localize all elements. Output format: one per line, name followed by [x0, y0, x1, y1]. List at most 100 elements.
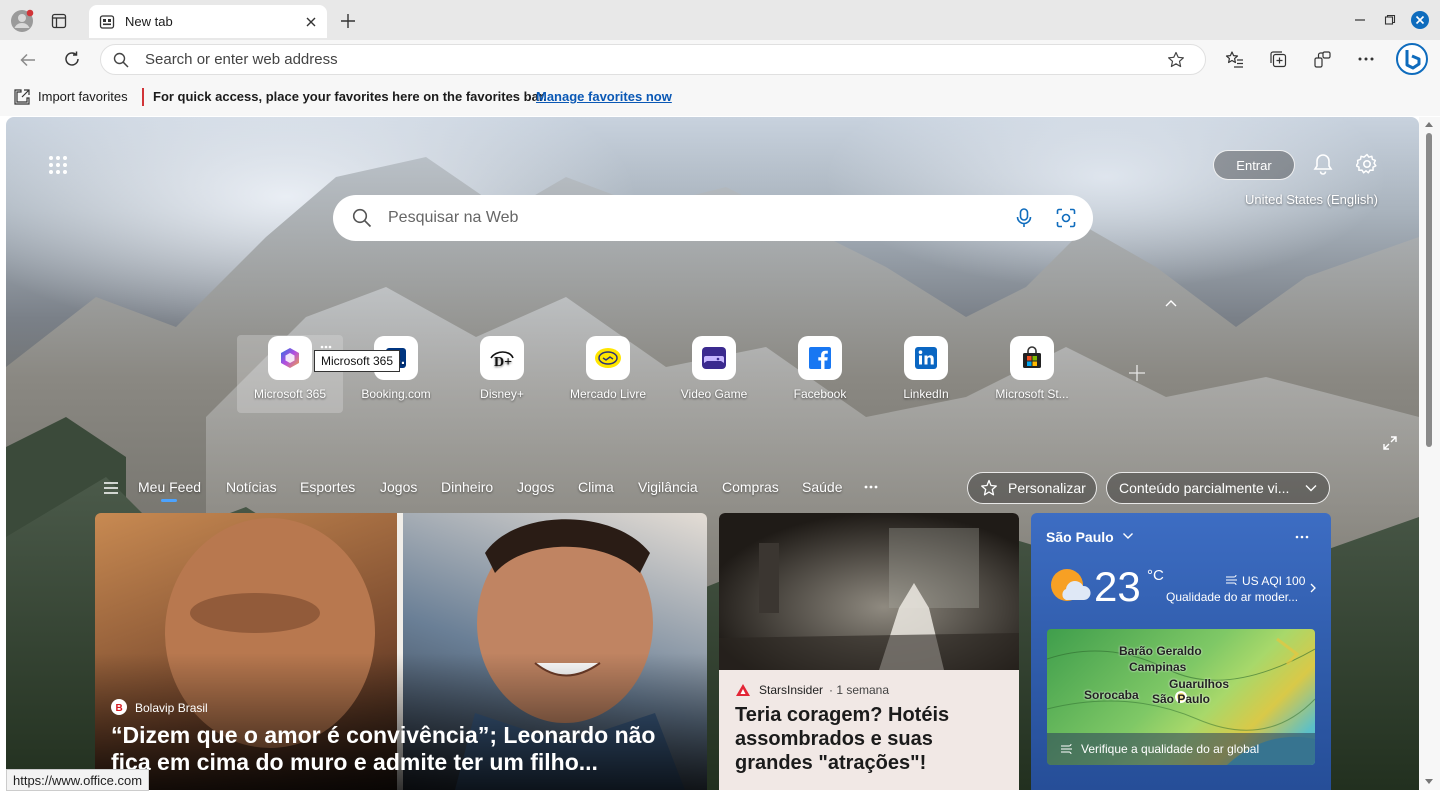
quick-link-microsoft-365[interactable]: Microsoft 365: [237, 335, 343, 413]
feed-tab-clima[interactable]: Clima: [578, 479, 614, 495]
hamburger-menu-icon[interactable]: [104, 482, 118, 494]
feed-tab-dinheiro[interactable]: Dinheiro: [441, 479, 493, 495]
tab-actions-icon[interactable]: [51, 13, 67, 29]
content-visibility-select[interactable]: Conteúdo parcialmente vi...: [1106, 472, 1330, 504]
quick-link-mercado-livre[interactable]: Mercado Livre: [555, 335, 661, 413]
feed-tab-vigilancia[interactable]: Vigilância: [638, 479, 698, 495]
more-options-icon[interactable]: [320, 345, 332, 349]
quick-link-label: Mercado Livre: [569, 387, 647, 401]
scroll-down-icon[interactable]: [1425, 779, 1433, 785]
gamepad-icon: [692, 336, 736, 380]
close-window-icon[interactable]: [1411, 11, 1429, 29]
web-search-box[interactable]: Pesquisar na Web: [333, 195, 1093, 241]
scroll-up-icon[interactable]: [1425, 121, 1433, 127]
bing-copilot-icon[interactable]: [1396, 43, 1428, 75]
add-quick-link-icon[interactable]: [1128, 364, 1146, 382]
address-bar[interactable]: Search or enter web address: [100, 44, 1206, 75]
feed-tab-meu-feed[interactable]: Meu Feed: [138, 479, 201, 495]
facebook-icon: [798, 336, 842, 380]
weather-city[interactable]: São Paulo: [1046, 529, 1114, 545]
weather-card[interactable]: São Paulo 23 °C US AQI 100 Qualidade do …: [1031, 513, 1331, 790]
quick-link-label: LinkedIn: [903, 387, 949, 401]
import-favorites-icon: [13, 88, 31, 105]
svg-text:D+: D+: [494, 355, 512, 370]
apps-launcher-icon[interactable]: [48, 155, 68, 175]
expand-icon[interactable]: [1383, 436, 1397, 450]
tab-new-tab[interactable]: New tab: [89, 5, 327, 38]
chevron-right-icon[interactable]: [1310, 583, 1316, 593]
close-tab-icon[interactable]: [305, 16, 317, 28]
microphone-icon[interactable]: [1016, 208, 1032, 228]
profile-avatar-icon[interactable]: [10, 9, 34, 33]
map-label: Barão Geraldo: [1119, 644, 1202, 658]
news-headline[interactable]: “Dizem que o amor é convivência”; Leonar…: [111, 722, 701, 776]
collapse-chevron-up-icon[interactable]: [1164, 298, 1178, 308]
quick-link-label: Facebook: [793, 387, 847, 401]
more-tabs-icon[interactable]: [864, 485, 878, 489]
map-label: São Paulo: [1152, 692, 1211, 706]
feed-tab-jogos[interactable]: Jogos: [380, 479, 417, 495]
quick-link-label: Microsoft 365: [253, 387, 327, 401]
tab-strip: New tab: [0, 0, 1440, 40]
visual-search-icon[interactable]: [1056, 208, 1076, 228]
favorites-bar: Import favorites For quick access, place…: [0, 80, 1440, 116]
personalize-star-icon: [980, 479, 998, 497]
favorite-star-icon[interactable]: [1167, 51, 1185, 69]
air-quality-map[interactable]: Barão Geraldo Campinas Sorocaba Guarulho…: [1047, 629, 1315, 765]
refresh-icon[interactable]: [63, 50, 81, 68]
map-label: Campinas: [1129, 660, 1187, 674]
haunted-hotel-photo: [719, 513, 1019, 670]
manage-favorites-link[interactable]: Manage favorites now: [536, 89, 672, 104]
feed-tab-saude[interactable]: Saúde: [802, 479, 842, 495]
starsinsider-logo-icon: [735, 683, 751, 697]
main-news-card[interactable]: B Bolavip Brasil “Dizem que o amor é con…: [95, 513, 707, 790]
content-visibility-label: Conteúdo parcialmente vi...: [1119, 480, 1290, 496]
feed-tab-compras[interactable]: Compras: [722, 479, 779, 495]
chevron-down-icon[interactable]: [1122, 532, 1134, 540]
side-news-card[interactable]: StarsInsider · 1 semana Teria coragem? H…: [719, 513, 1019, 790]
new-tab-icon: [99, 14, 115, 30]
news-source: StarsInsider: [759, 683, 824, 697]
search-icon: [113, 52, 129, 68]
map-footer[interactable]: Verifique a qualidade do ar global: [1047, 733, 1315, 765]
quick-link-video-game[interactable]: Video Game: [661, 335, 767, 413]
quick-link-facebook[interactable]: Facebook: [767, 335, 873, 413]
quick-link-disney-plus[interactable]: D+ Disney+: [449, 335, 555, 413]
import-favorites-button[interactable]: Import favorites: [38, 89, 128, 104]
favorites-icon[interactable]: [1225, 50, 1244, 69]
notifications-bell-icon[interactable]: [1312, 153, 1334, 175]
personalize-button[interactable]: Personalizar: [967, 472, 1097, 504]
feed-tab-esportes[interactable]: Esportes: [300, 479, 355, 495]
map-label: Guarulhos: [1169, 677, 1230, 691]
back-icon[interactable]: [19, 51, 37, 69]
page-scrollbar[interactable]: [1419, 117, 1440, 790]
region-label[interactable]: United States (English): [1245, 192, 1378, 207]
map-footer-label: Verifique a qualidade do ar global: [1081, 742, 1260, 756]
scrollbar-thumb[interactable]: [1426, 133, 1432, 447]
restore-icon[interactable]: [1384, 14, 1396, 26]
quick-link-booking[interactable]: B. Booking.com: [343, 335, 449, 413]
favorites-message: For quick access, place your favorites h…: [153, 89, 547, 104]
extensions-icon[interactable]: [1313, 50, 1332, 69]
quick-link-linkedin[interactable]: LinkedIn: [873, 335, 979, 413]
tooltip: Microsoft 365: [314, 350, 401, 372]
feed-tab-jogos-2[interactable]: Jogos: [517, 479, 554, 495]
weather-unit[interactable]: °C: [1147, 567, 1164, 584]
quick-link-microsoft-store[interactable]: Microsoft St...: [979, 335, 1085, 413]
personalize-label: Personalizar: [1008, 480, 1086, 496]
minimize-icon[interactable]: [1354, 14, 1366, 26]
feed-tab-noticias[interactable]: Notícias: [226, 479, 277, 495]
linkedin-icon: [904, 336, 948, 380]
microsoft-store-icon: [1010, 336, 1054, 380]
news-headline[interactable]: Teria coragem? Hotéis assombrados e suas…: [735, 703, 1005, 775]
settings-gear-icon[interactable]: [1356, 153, 1378, 175]
aqi-description: Qualidade do ar moder...: [1166, 590, 1299, 604]
search-icon: [352, 208, 372, 228]
tab-title: New tab: [125, 14, 173, 29]
more-menu-icon[interactable]: [1357, 51, 1375, 67]
microsoft-365-icon: [268, 336, 312, 380]
more-options-icon[interactable]: [1295, 535, 1309, 539]
collections-icon[interactable]: [1269, 50, 1288, 69]
new-tab-button[interactable]: [340, 13, 356, 29]
signin-button[interactable]: Entrar: [1213, 150, 1295, 180]
